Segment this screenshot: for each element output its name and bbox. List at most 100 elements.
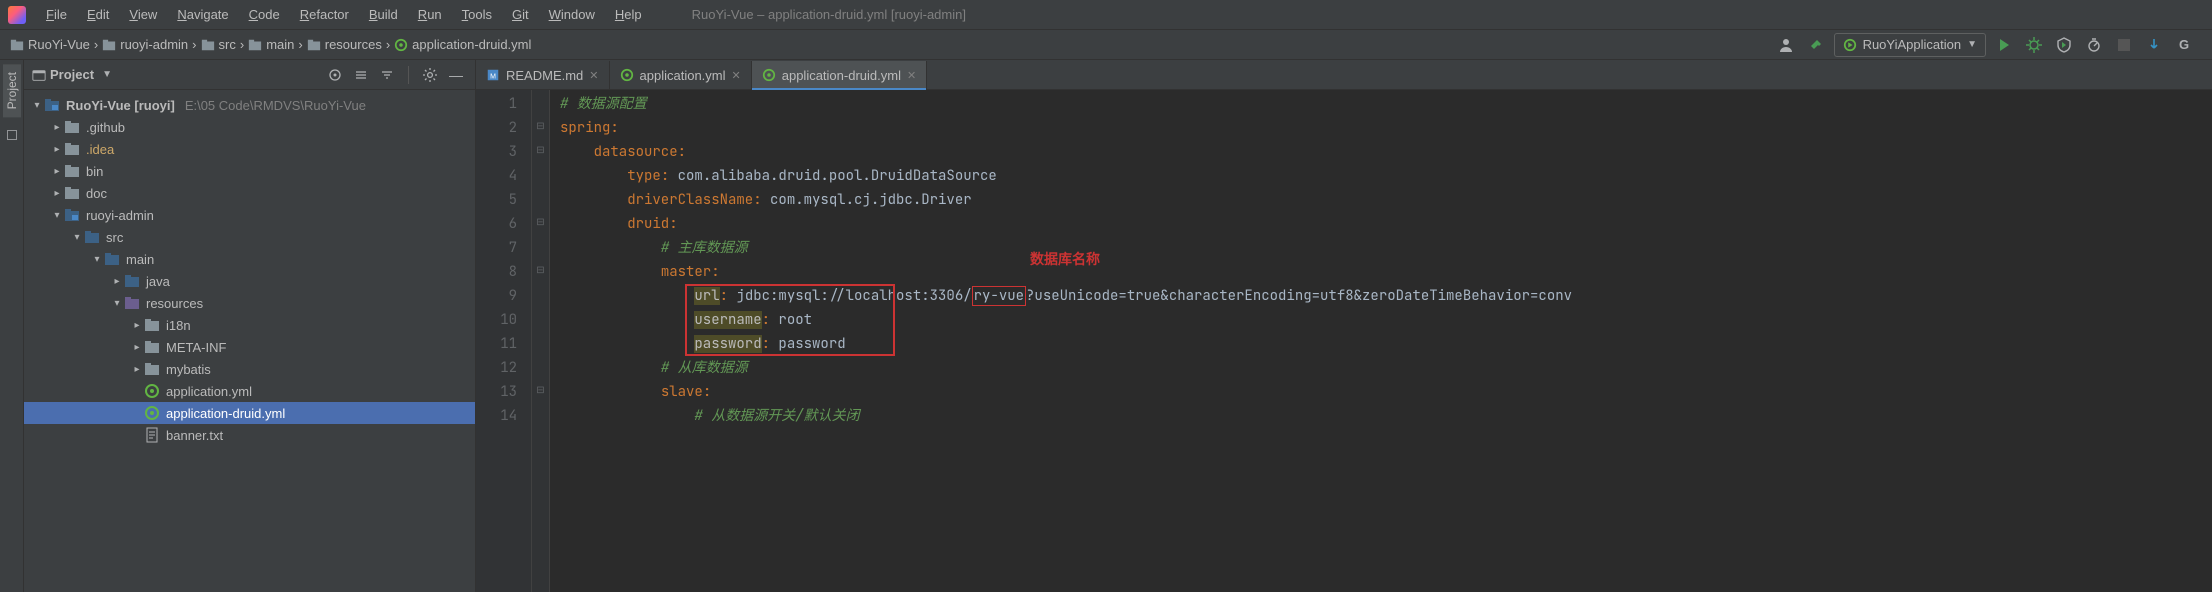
menu-refactor[interactable]: Refactor <box>290 7 359 22</box>
profiler-button[interactable] <box>2082 33 2106 57</box>
project-panel-title[interactable]: Project <box>50 67 94 82</box>
project-toolwindow-tab[interactable]: Project <box>3 64 21 117</box>
db-name-highlight: ry-vue <box>972 286 1026 306</box>
tree-item-label: main <box>126 252 154 267</box>
editor-tab[interactable]: M README.md ✕ <box>476 61 610 89</box>
menu-tools[interactable]: Tools <box>452 7 502 22</box>
run-config-label: RuoYiApplication <box>1863 37 1962 52</box>
code-editor[interactable]: 1234567891011121314 ⊟⊟⊟⊟⊟ # 数据源配置spring:… <box>476 90 2212 592</box>
tree-item[interactable]: ▸mybatis <box>24 358 475 380</box>
tree-item-icon <box>64 207 80 223</box>
separator <box>408 66 409 84</box>
left-toolstrip: Project <box>0 60 24 592</box>
tree-item[interactable]: application-druid.yml <box>24 402 475 424</box>
tree-item-label: application-druid.yml <box>166 406 285 421</box>
tree-item-icon <box>144 317 160 333</box>
editor-tabs: MREADME.md✕application.yml✕application-d… <box>476 60 2212 90</box>
tree-item-icon <box>144 361 160 377</box>
tree-item-label: bin <box>86 164 103 179</box>
close-tab-icon[interactable]: ✕ <box>732 69 741 82</box>
tree-item-icon <box>64 163 80 179</box>
menu-git[interactable]: Git <box>502 7 539 22</box>
hide-panel-button[interactable]: — <box>445 64 467 86</box>
project-panel: Project ▼ — ▾RuoYi-Vue [ruoyi]E:\05 Code… <box>24 60 476 592</box>
breadcrumb-item[interactable]: main <box>244 37 298 52</box>
collapse-all-button[interactable] <box>376 64 398 86</box>
tree-item-icon <box>124 295 140 311</box>
tree-item-label: doc <box>86 186 107 201</box>
window-title: RuoYi-Vue – application-druid.yml [ruoyi… <box>652 7 2208 22</box>
tree-item-label: ruoyi-admin <box>86 208 154 223</box>
tree-item[interactable]: ▾main <box>24 248 475 270</box>
run-configuration-selector[interactable]: RuoYiApplication ▼ <box>1834 33 1986 57</box>
menu-edit[interactable]: Edit <box>77 7 119 22</box>
project-tree[interactable]: ▾RuoYi-Vue [ruoyi]E:\05 Code\RMDVS\RuoYi… <box>24 90 475 592</box>
breadcrumb-item[interactable]: src <box>197 37 240 52</box>
breadcrumb-item[interactable]: RuoYi-Vue <box>6 37 94 52</box>
debug-button[interactable] <box>2022 33 2046 57</box>
code-content[interactable]: # 数据源配置spring: datasource: type: com.ali… <box>550 90 2212 592</box>
tree-item-icon <box>144 339 160 355</box>
stop-button[interactable] <box>2112 33 2136 57</box>
tree-item[interactable]: ▸.idea <box>24 138 475 160</box>
tree-item-label: application.yml <box>166 384 252 399</box>
tree-item-icon <box>64 185 80 201</box>
menu-code[interactable]: Code <box>239 7 290 22</box>
tree-item[interactable]: ▸bin <box>24 160 475 182</box>
coverage-button[interactable] <box>2052 33 2076 57</box>
run-button[interactable] <box>1992 33 2016 57</box>
tree-root[interactable]: ▾RuoYi-Vue [ruoyi]E:\05 Code\RMDVS\RuoYi… <box>24 94 475 116</box>
fold-gutter[interactable]: ⊟⊟⊟⊟⊟ <box>532 90 550 592</box>
breadcrumb-item[interactable]: resources <box>303 37 386 52</box>
tree-item[interactable]: ▾resources <box>24 292 475 314</box>
select-opened-file-button[interactable] <box>324 64 346 86</box>
tree-item[interactable]: ▾src <box>24 226 475 248</box>
editor-tab[interactable]: application.yml✕ <box>610 61 752 89</box>
chevron-down-icon[interactable]: ▼ <box>102 69 112 80</box>
tree-item-icon <box>144 405 160 421</box>
close-tab-icon[interactable]: ✕ <box>907 69 916 82</box>
tree-item[interactable]: application.yml <box>24 380 475 402</box>
tree-item[interactable]: ▸META-INF <box>24 336 475 358</box>
tree-item-icon <box>144 427 160 443</box>
menu-help[interactable]: Help <box>605 7 652 22</box>
menu-window[interactable]: Window <box>539 7 605 22</box>
menu-view[interactable]: View <box>119 7 167 22</box>
menu-navigate[interactable]: Navigate <box>167 7 238 22</box>
user-icon[interactable] <box>1774 33 1798 57</box>
tree-item[interactable]: ▸doc <box>24 182 475 204</box>
editor-tab-label: application-druid.yml <box>782 68 901 83</box>
editor-area: MREADME.md✕application.yml✕application-d… <box>476 60 2212 592</box>
tree-item[interactable]: ▸.github <box>24 116 475 138</box>
menu-file[interactable]: File <box>36 7 77 22</box>
breadcrumb-item[interactable]: application-druid.yml <box>390 37 535 52</box>
breadcrumb[interactable]: RuoYi-Vue›ruoyi-admin›src›main›resources… <box>6 37 535 52</box>
search-everywhere-button[interactable]: G <box>2172 33 2196 57</box>
chevron-down-icon: ▼ <box>1967 39 1977 50</box>
tree-item-icon <box>64 141 80 157</box>
breadcrumb-item[interactable]: ruoyi-admin <box>98 37 192 52</box>
tree-item-icon <box>144 383 160 399</box>
menu-run[interactable]: Run <box>408 7 452 22</box>
menu-build[interactable]: Build <box>359 7 408 22</box>
tree-item[interactable]: ▸i18n <box>24 314 475 336</box>
settings-gear-icon[interactable] <box>419 64 441 86</box>
menu-bar: FileEditViewNavigateCodeRefactorBuildRun… <box>0 0 2212 30</box>
editor-tab-label: README.md <box>506 68 583 83</box>
tree-item[interactable]: ▾ruoyi-admin <box>24 204 475 226</box>
project-panel-header: Project ▼ — <box>24 60 475 90</box>
tree-item[interactable]: banner.txt <box>24 424 475 446</box>
app-icon <box>8 6 26 24</box>
svg-text:M: M <box>490 74 496 81</box>
editor-tab[interactable]: application-druid.yml ✕ <box>752 61 927 89</box>
build-hammer-icon[interactable] <box>1804 33 1828 57</box>
close-tab-icon[interactable]: ✕ <box>589 69 598 82</box>
tree-item[interactable]: ▸java <box>24 270 475 292</box>
expand-all-button[interactable] <box>350 64 372 86</box>
line-number-gutter[interactable]: 1234567891011121314 <box>476 90 532 592</box>
tree-item-label: i18n <box>166 318 191 333</box>
git-update-button[interactable] <box>2142 33 2166 57</box>
db-name-annotation: 数据库名称 <box>1030 248 1100 272</box>
tree-item-label: mybatis <box>166 362 211 377</box>
structure-toolwindow-tab[interactable] <box>4 121 20 149</box>
